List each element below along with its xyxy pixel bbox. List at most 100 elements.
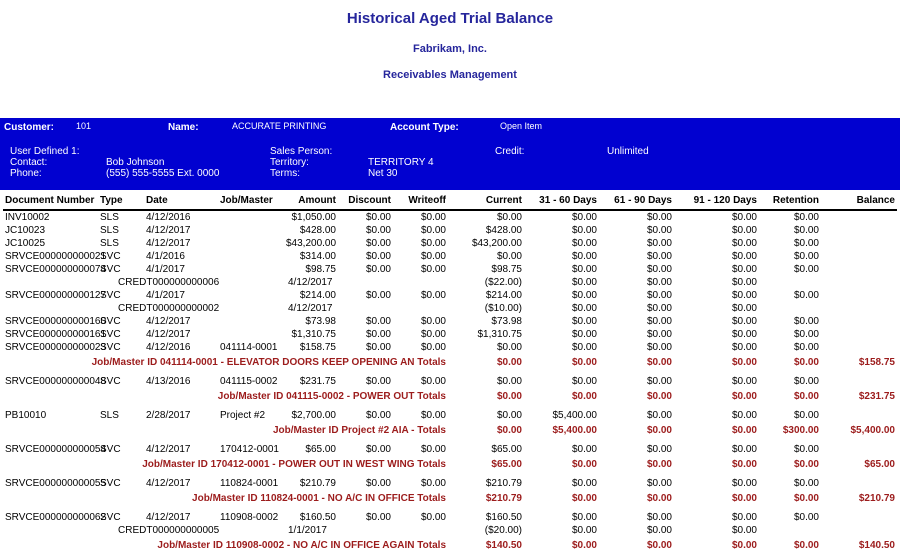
cell-31-60-days: $5,400.00: [524, 409, 599, 422]
cell-totals-label: Job/Master ID 110824-0001 - NO A/C IN OF…: [3, 490, 448, 505]
cell-credit-document: CREDT000000000006: [98, 276, 208, 289]
cell-31-60-days: $0.00: [524, 302, 599, 315]
cell-balance: [821, 524, 897, 537]
cell-91-120-days: $0.00: [674, 302, 759, 315]
cell-type: SVC: [98, 328, 144, 341]
cell-61-90-days: $0.00: [599, 302, 674, 315]
cell-type: SLS: [98, 237, 144, 250]
cell-61-90-days: $0.00: [599, 263, 674, 276]
cell-total-retention: $300.00: [759, 422, 821, 437]
cell-current: $1,310.75: [448, 328, 524, 341]
cell-document-number: SRVCE000000000021: [3, 250, 98, 263]
cell-credit-apply-date: 1/1/2017: [208, 524, 338, 537]
cell-writeoff: $0.00: [393, 511, 448, 524]
cell-discount: $0.00: [338, 210, 393, 224]
table-row-doc: SRVCE000000000055SVC4/12/2017110824-0001…: [3, 477, 897, 490]
cell-job-master: [208, 289, 284, 302]
cell-91-120-days: $0.00: [674, 263, 759, 276]
cell-31-60-days: $0.00: [524, 263, 599, 276]
cell-61-90-days: $0.00: [599, 524, 674, 537]
table-row-doc: SRVCE000000000160SVC4/12/2017$73.98$0.00…: [3, 315, 897, 328]
cell-discount: $0.00: [338, 315, 393, 328]
table-row-credit: CREDT0000000000051/1/2017($20.00)$0.00$0…: [3, 524, 897, 537]
cell-31-60-days: $0.00: [524, 250, 599, 263]
cell-writeoff: [393, 302, 448, 315]
cell-current: $98.75: [448, 263, 524, 276]
cell-writeoff: $0.00: [393, 289, 448, 302]
table-row-total: Job/Master ID 170412-0001 - POWER OUT IN…: [3, 456, 897, 471]
report-module: Receivables Management: [0, 69, 900, 81]
account-type-value: Open Item: [500, 121, 542, 131]
cell-document-number: JC10023: [3, 224, 98, 237]
cell-retention: $0.00: [759, 443, 821, 456]
cell-current: $428.00: [448, 224, 524, 237]
cell-date: 4/12/2017: [144, 511, 208, 524]
cell-job-master: [208, 250, 284, 263]
cell-91-120-days: $0.00: [674, 511, 759, 524]
cell-job-master: [208, 263, 284, 276]
cell-amount: $98.75: [284, 263, 338, 276]
cell-total-31-60-days: $0.00: [524, 354, 599, 369]
cell-balance: [821, 224, 897, 237]
territory-value: TERRITORY 4: [368, 157, 434, 168]
col-date: Date: [144, 194, 208, 210]
cell-91-120-days: $0.00: [674, 276, 759, 289]
cell-total-31-60-days: $0.00: [524, 490, 599, 505]
cell-totals-label: Job/Master ID 170412-0001 - POWER OUT IN…: [3, 456, 448, 471]
table-row-total: Job/Master ID 110908-0002 - NO A/C IN OF…: [3, 537, 897, 552]
table-header: Document Number Type Date Job/Master Amo…: [3, 194, 897, 210]
cell-current: $210.79: [448, 477, 524, 490]
cell-31-60-days: $0.00: [524, 341, 599, 354]
table-row-doc: SRVCE000000000161SVC4/12/2017$1,310.75$0…: [3, 328, 897, 341]
cell-current: $73.98: [448, 315, 524, 328]
table-row-doc: SRVCE000000000127SVC4/1/2017$214.00$0.00…: [3, 289, 897, 302]
cell-61-90-days: $0.00: [599, 210, 674, 224]
table-row-doc: SRVCE000000000023SVC4/12/2016041114-0001…: [3, 341, 897, 354]
cell-writeoff: $0.00: [393, 409, 448, 422]
cell-totals-label: Job/Master ID Project #2 AIA - Totals: [3, 422, 448, 437]
cell-totals-label: Job/Master ID 110908-0002 - NO A/C IN OF…: [3, 537, 448, 552]
cell-61-90-days: $0.00: [599, 237, 674, 250]
cell-total-current: $65.00: [448, 456, 524, 471]
cell-balance: [821, 263, 897, 276]
cell-total-balance: $158.75: [821, 354, 897, 369]
cell-date: 4/12/2017: [144, 328, 208, 341]
cell-current: $0.00: [448, 375, 524, 388]
cell-writeoff: $0.00: [393, 250, 448, 263]
cell-date: 4/12/2017: [144, 224, 208, 237]
cell-document-number: SRVCE000000000160: [3, 315, 98, 328]
col-type: Type: [98, 194, 144, 210]
cell-retention: [759, 524, 821, 537]
customer-id: 101: [76, 121, 91, 131]
cell-total-61-90-days: $0.00: [599, 388, 674, 403]
cell-retention: $0.00: [759, 315, 821, 328]
cell-balance: [821, 210, 897, 224]
cell-date: 4/12/2017: [144, 315, 208, 328]
cell-document-number: SRVCE000000000048: [3, 375, 98, 388]
cell-current: $160.50: [448, 511, 524, 524]
col-balance: Balance: [821, 194, 897, 210]
cell-document-number: PB10010: [3, 409, 98, 422]
cell-61-90-days: $0.00: [599, 341, 674, 354]
cell-91-120-days: $0.00: [674, 224, 759, 237]
cell-91-120-days: $0.00: [674, 443, 759, 456]
cell-job-master: 110824-0001: [208, 477, 284, 490]
cell-type: SVC: [98, 477, 144, 490]
cell-31-60-days: $0.00: [524, 276, 599, 289]
cell-current: $214.00: [448, 289, 524, 302]
cell-amount: $428.00: [284, 224, 338, 237]
cell-date: 4/13/2016: [144, 375, 208, 388]
cell-balance: [821, 237, 897, 250]
cell-91-120-days: $0.00: [674, 250, 759, 263]
cell-61-90-days: $0.00: [599, 511, 674, 524]
cell-total-91-120-days: $0.00: [674, 388, 759, 403]
cell-job-master: 041114-0001: [208, 341, 284, 354]
cell-current: ($22.00): [448, 276, 524, 289]
cell-91-120-days: $0.00: [674, 210, 759, 224]
cell-total-91-120-days: $0.00: [674, 422, 759, 437]
cell-amount: $65.00: [284, 443, 338, 456]
table-header-row: Document Number Type Date Job/Master Amo…: [3, 194, 897, 210]
cell-writeoff: $0.00: [393, 224, 448, 237]
cell-total-31-60-days: $0.00: [524, 537, 599, 552]
col-91-120-days: 91 - 120 Days: [674, 194, 759, 210]
